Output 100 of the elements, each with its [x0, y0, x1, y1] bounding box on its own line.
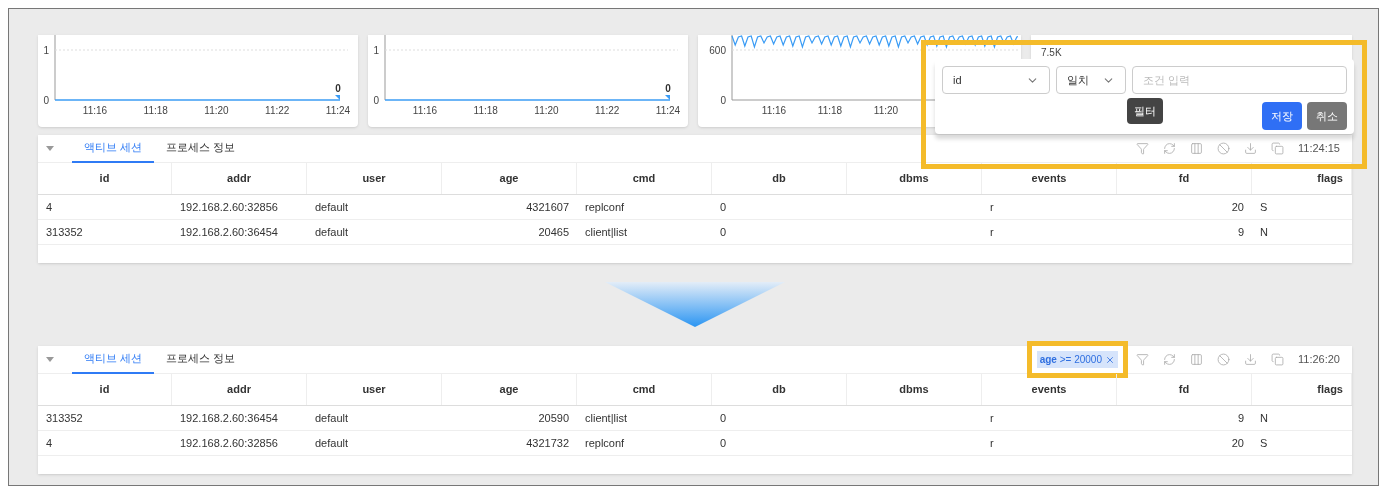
column-header[interactable]: db — [712, 163, 847, 194]
column-header[interactable]: age — [442, 374, 577, 405]
x-tick-label: 11:18 — [473, 105, 498, 116]
table-cell-text: 192.168.2.60:32856 — [180, 435, 278, 451]
table-cell-text: 0 — [720, 224, 727, 240]
table-cell-text: 0 — [720, 199, 727, 215]
table-cell-text: N — [1260, 410, 1268, 426]
table-cell-text: 20 — [1231, 199, 1244, 215]
table-cell-text: 0 — [720, 435, 727, 451]
filter-icon[interactable] — [1136, 142, 1149, 155]
y-tick-label: 0 — [373, 95, 379, 106]
tab[interactable]: 액티브 세션 — [72, 345, 155, 374]
download-icon[interactable] — [1244, 353, 1257, 366]
block-icon[interactable] — [1217, 353, 1230, 366]
column-header[interactable]: dbms — [847, 163, 982, 194]
x-tick-label: 11:18 — [143, 105, 168, 116]
x-tick-label: 11:16 — [761, 105, 787, 116]
windows-icon[interactable] — [1271, 353, 1284, 366]
operator-select[interactable]: 일치 — [1056, 66, 1126, 94]
table-cell-text: r — [990, 224, 994, 240]
table-cell-text: r — [990, 199, 994, 215]
collapse-caret-icon[interactable] — [46, 146, 54, 151]
columns-icon[interactable] — [1190, 142, 1203, 155]
condition-input[interactable]: 조건 입력 — [1132, 66, 1347, 94]
table-cell-text: default — [315, 224, 349, 240]
block-icon[interactable] — [1217, 142, 1230, 155]
y-tick-label: 0 — [720, 95, 726, 106]
tab[interactable]: 프로세스 정보 — [154, 345, 248, 374]
windows-icon[interactable] — [1271, 142, 1284, 155]
table-cell-text: 9 — [1237, 410, 1244, 426]
table-cell-text: 4 — [46, 199, 53, 215]
column-header[interactable]: db — [712, 374, 847, 405]
columns-icon[interactable] — [1190, 353, 1203, 366]
column-header[interactable]: fd — [1117, 374, 1252, 405]
tab[interactable]: 액티브 세션 — [72, 134, 155, 163]
column-header[interactable]: addr — [172, 374, 307, 405]
table-cell-text: r — [990, 410, 994, 426]
table-cell-text: 20465 — [538, 224, 569, 240]
column-header[interactable]: flags — [1252, 163, 1352, 194]
refresh-icon[interactable] — [1163, 142, 1176, 155]
table-cell-text: default — [315, 410, 349, 426]
download-icon[interactable] — [1244, 142, 1257, 155]
x-tick-label: 11:22 — [595, 105, 620, 116]
column-header[interactable]: fd — [1117, 163, 1252, 194]
column-header[interactable]: addr — [172, 163, 307, 194]
x-tick-label: 11:20 — [873, 105, 899, 116]
column-header[interactable]: cmd — [577, 374, 712, 405]
marker-icon — [665, 95, 670, 100]
timestamp: 11:24:15 — [1298, 141, 1340, 157]
y-tick-label: 1 — [43, 45, 49, 56]
column-header[interactable]: events — [982, 374, 1117, 405]
table-cell-text: replconf — [585, 435, 625, 451]
filter-icon[interactable] — [1136, 353, 1149, 366]
table-cell-text: default — [315, 435, 349, 451]
field-select[interactable]: id — [942, 66, 1050, 94]
cancel-button[interactable]: 취소 — [1307, 102, 1347, 130]
x-tick-label: 11:24 — [325, 105, 351, 116]
column-header[interactable]: id — [38, 374, 172, 405]
y-tick-label: 1 — [373, 45, 379, 56]
tab[interactable]: 프로세스 정보 — [154, 134, 248, 163]
x-tick-label: 11:22 — [265, 105, 290, 116]
column-header[interactable]: dbms — [847, 374, 982, 405]
timestamp: 11:26:20 — [1298, 352, 1340, 368]
table-cell-text: 313352 — [46, 410, 83, 426]
column-header[interactable]: user — [307, 374, 442, 405]
down-arrow-icon — [605, 282, 785, 327]
filter-chip[interactable]: age >= 20000 — [1036, 351, 1118, 368]
table-cell-text: 192.168.2.60:32856 — [180, 199, 278, 215]
table-cell-text: client|list — [585, 410, 627, 426]
column-header[interactable]: id — [38, 163, 172, 194]
table-cell-text: S — [1260, 199, 1268, 215]
column-header[interactable]: user — [307, 163, 442, 194]
tooltip: 필터 — [1127, 98, 1163, 124]
y-tick-label: 600 — [709, 45, 726, 56]
column-header[interactable]: cmd — [577, 163, 712, 194]
table-cell-text: 192.168.2.60:36454 — [180, 410, 278, 426]
table-cell-text: 20 — [1231, 435, 1244, 451]
column-header[interactable]: age — [442, 163, 577, 194]
table-cell-text: replconf — [585, 199, 625, 215]
table-cell-text: N — [1260, 224, 1268, 240]
table-cell-text: 313352 — [46, 224, 83, 240]
table-cell-text: 4321732 — [526, 435, 569, 451]
table-cell-text: 9 — [1237, 224, 1244, 240]
column-header[interactable]: flags — [1252, 374, 1352, 405]
column-header[interactable]: events — [982, 163, 1117, 194]
refresh-icon[interactable] — [1163, 353, 1176, 366]
table-cell-text: 192.168.2.60:36454 — [180, 224, 278, 240]
collapse-caret-icon[interactable] — [46, 357, 54, 362]
x-tick-label: 11:20 — [204, 105, 229, 116]
table-cell-text: default — [315, 199, 349, 215]
save-button[interactable]: 저장 — [1262, 102, 1302, 130]
table-cell-text: 4321607 — [526, 199, 569, 215]
y-tick-label: 7.5K — [1041, 47, 1062, 58]
y-tick-label: 0 — [43, 95, 49, 106]
marker-icon — [335, 95, 340, 100]
table-cell-text: 20590 — [538, 410, 569, 426]
value-label: 0 — [335, 83, 341, 94]
remove-icon[interactable] — [1105, 354, 1115, 365]
value-label: 0 — [665, 83, 671, 94]
table-cell-text: client|list — [585, 224, 627, 240]
